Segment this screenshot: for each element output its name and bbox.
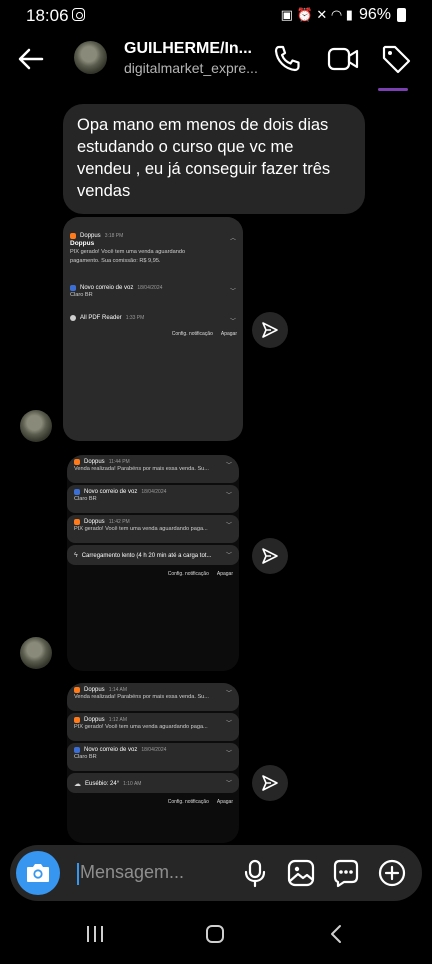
shared-screenshot-2[interactable]: Doppus 11:44 PM Venda realizada! Parabéns…: [67, 455, 239, 671]
chat-header: GUILHERME/In... digitalmarket_expre...: [0, 30, 432, 90]
notification-actions: Config. notificação Apagar: [171, 331, 237, 337]
notification-card: Doppus 1:14 AM Venda realizada! Parabéns …: [67, 683, 239, 711]
pdf-app-icon: [70, 315, 76, 321]
chevron-down-icon: ﹀: [225, 553, 232, 559]
notification-card: ϟ Carregamento lento (4 h 20 min até a ca…: [67, 545, 239, 565]
send-icon: [262, 775, 278, 791]
notification-actions: Config. notificação Apagar: [167, 799, 233, 805]
reaction-indicator: [378, 88, 408, 91]
microphone-icon[interactable]: [239, 857, 271, 889]
battery-icon: [397, 8, 406, 22]
system-nav-bar: [0, 905, 432, 964]
share-button[interactable]: [252, 765, 288, 801]
share-button[interactable]: [252, 312, 288, 348]
video-icon[interactable]: [326, 42, 360, 76]
notification-card: Doppus 11:42 PM PIX gerado! Você tem uma …: [67, 515, 239, 543]
battery-percent: 96%: [358, 6, 391, 23]
shared-screenshot-3[interactable]: Doppus 1:14 AM Venda realizada! Parabéns …: [67, 683, 239, 843]
instagram-icon: [72, 8, 85, 21]
message-input[interactable]: Mensagem...: [80, 862, 184, 883]
chevron-down-icon: ﹀: [225, 781, 232, 787]
home-icon[interactable]: [204, 923, 226, 945]
chevron-down-icon: ﹀: [225, 721, 232, 727]
message-composer: Mensagem...: [10, 845, 422, 901]
charging-icon: ϟ: [74, 552, 78, 559]
contact-name[interactable]: GUILHERME/In...: [124, 40, 252, 58]
notification-card: Doppus 11:44 PM Venda realizada! Parabéns…: [67, 455, 239, 483]
nav-back-icon[interactable]: [326, 923, 348, 945]
weather-icon: ☁: [74, 781, 81, 788]
status-time: 18:06: [26, 6, 69, 25]
status-right: ▣ ⏰ ✕ ◠ ▮ 96%: [281, 6, 406, 24]
contact-avatar[interactable]: [74, 41, 107, 74]
phone-icon[interactable]: [270, 42, 304, 76]
text-cursor: [77, 863, 79, 885]
notification-card: All PDF Reader 1:33 PM ﹀: [63, 311, 243, 327]
share-button[interactable]: [252, 538, 288, 574]
chevron-down-icon: ﹀: [225, 751, 232, 757]
notification-card: Doppus 1:12 AM PIX gerado! Você tem uma v…: [67, 713, 239, 741]
tag-icon[interactable]: [379, 42, 413, 76]
notification-card: Novo correio de voz 18/04/2024 Claro BR ﹀: [67, 743, 239, 771]
chevron-down-icon: ﹀: [225, 691, 232, 697]
notification-actions: Config. notificação Apagar: [167, 571, 233, 577]
chevron-down-icon: ﹀: [225, 493, 232, 499]
send-icon: [262, 322, 278, 338]
shared-screenshot-1[interactable]: Doppus 3:18 PM Doppus PIX gerado! Você te…: [63, 217, 243, 441]
sender-avatar[interactable]: [20, 410, 52, 442]
notification-card: ☁ Eusébio: 24° 1:10 AM ﹀: [67, 773, 239, 793]
sender-avatar[interactable]: [20, 637, 52, 669]
chevron-down-icon: ﹀: [225, 523, 232, 529]
recent-apps-icon[interactable]: [84, 923, 106, 945]
camera-icon: [27, 864, 49, 882]
notification-icons: ▣ ⏰ ✕ ◠ ▮: [280, 7, 353, 22]
message-text: Opa mano em menos de dois dias estudando…: [77, 116, 331, 200]
gallery-icon[interactable]: [285, 857, 317, 889]
chevron-up-icon: ︿: [229, 236, 236, 242]
plus-icon[interactable]: [376, 857, 408, 889]
chevron-down-icon: ﹀: [225, 463, 232, 469]
notification-card: Doppus 3:18 PM Doppus PIX gerado! Você te…: [63, 217, 243, 269]
contact-username[interactable]: digitalmarket_expre...: [124, 60, 258, 76]
chevron-down-icon: ﹀: [229, 319, 236, 325]
chevron-down-icon: ﹀: [229, 289, 236, 295]
camera-button[interactable]: [16, 851, 60, 895]
status-bar: 18:06 ▣ ⏰ ✕ ◠ ▮ 96%: [0, 0, 432, 30]
sticker-icon[interactable]: [330, 857, 362, 889]
message-bubble[interactable]: Opa mano em menos de dois dias estudando…: [63, 104, 365, 214]
notification-card: Novo correio de voz 18/04/2024 Claro BR ﹀: [63, 281, 243, 305]
send-icon: [262, 548, 278, 564]
notification-card: Novo correio de voz 18/04/2024 Claro BR ﹀: [67, 485, 239, 513]
back-arrow-icon[interactable]: [16, 44, 46, 74]
